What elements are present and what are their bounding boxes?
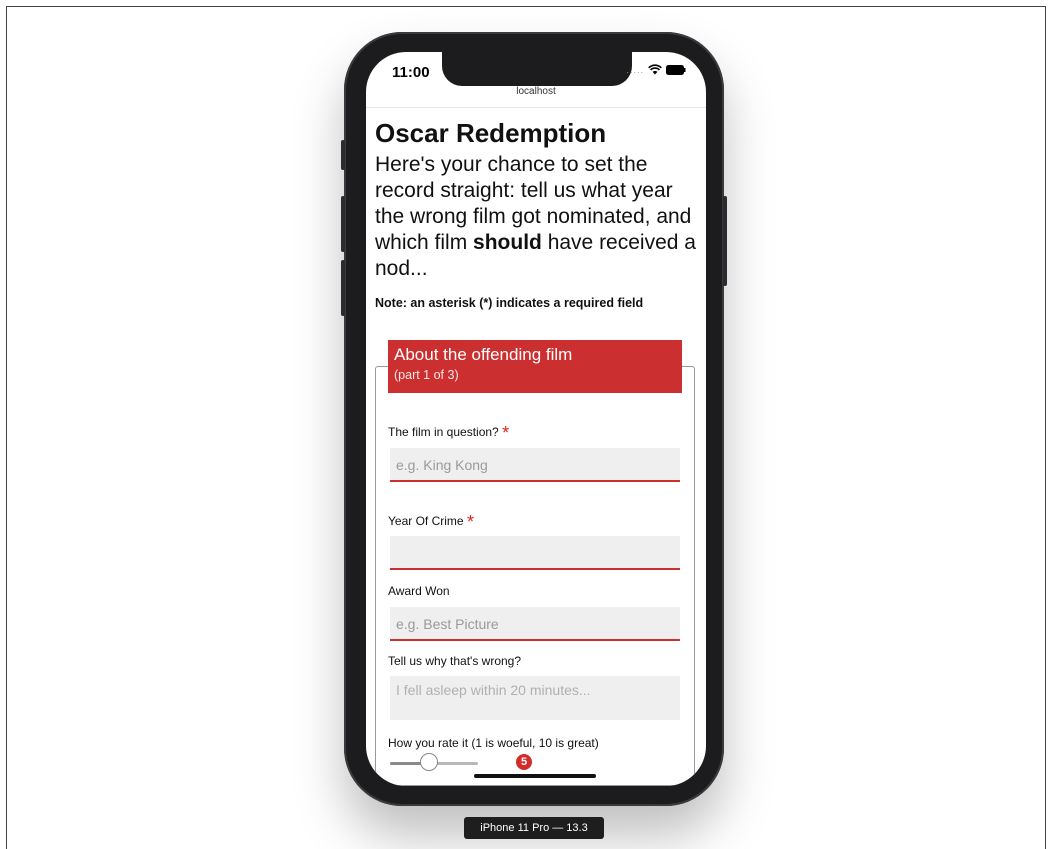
signal-dots: ..... [626,64,644,75]
film-label: The film in question? * [388,420,510,443]
award-label: Award Won [388,584,450,598]
battery-icon [666,64,686,75]
power-button [723,196,727,286]
year-label: Year Of Crime * [388,509,474,532]
home-indicator [474,774,596,778]
status-icons: ..... [626,64,686,75]
rating-slider-thumb[interactable] [419,753,438,771]
year-label-text: Year Of Crime [388,514,464,528]
notch [442,52,632,86]
mute-switch [341,140,345,170]
award-input[interactable]: e.g. Best Picture [390,607,680,641]
why-textarea[interactable]: I fell asleep within 20 minutes... [390,676,680,720]
address-bar[interactable]: localhost [366,86,706,97]
required-asterisk: * [502,423,510,443]
rating-value-badge: 5 [516,754,532,770]
device-label: iPhone 11 Pro — 13.3 [464,817,604,839]
intro-emphasis: should [473,231,542,254]
phone-screen: 11:00 ..... localhost Oscar Redemption H… [366,52,706,786]
required-note: Note: an asterisk (*) indicates a requir… [375,296,644,310]
volume-up-button [341,196,345,252]
film-input[interactable]: e.g. King Kong [390,448,680,482]
rating-label: How you rate it (1 is woeful, 10 is grea… [388,736,599,750]
page-content: Oscar Redemption Here's your chance to s… [375,118,697,310]
film-label-text: The film in question? [388,425,499,439]
legend-title: About the offending film [394,345,573,364]
fieldset-legend: About the offending film (part 1 of 3) [388,340,682,393]
wifi-icon [648,64,662,75]
year-input[interactable] [390,536,680,570]
required-asterisk: * [466,512,474,532]
volume-down-button [341,260,345,316]
address-bar-divider [366,107,706,108]
intro-paragraph: Here's your chance to set the record str… [375,152,697,282]
legend-subtitle: (part 1 of 3) [394,368,459,382]
page-title: Oscar Redemption [375,118,607,148]
why-label: Tell us why that's wrong? [388,654,522,668]
status-time: 11:00 [392,64,430,81]
